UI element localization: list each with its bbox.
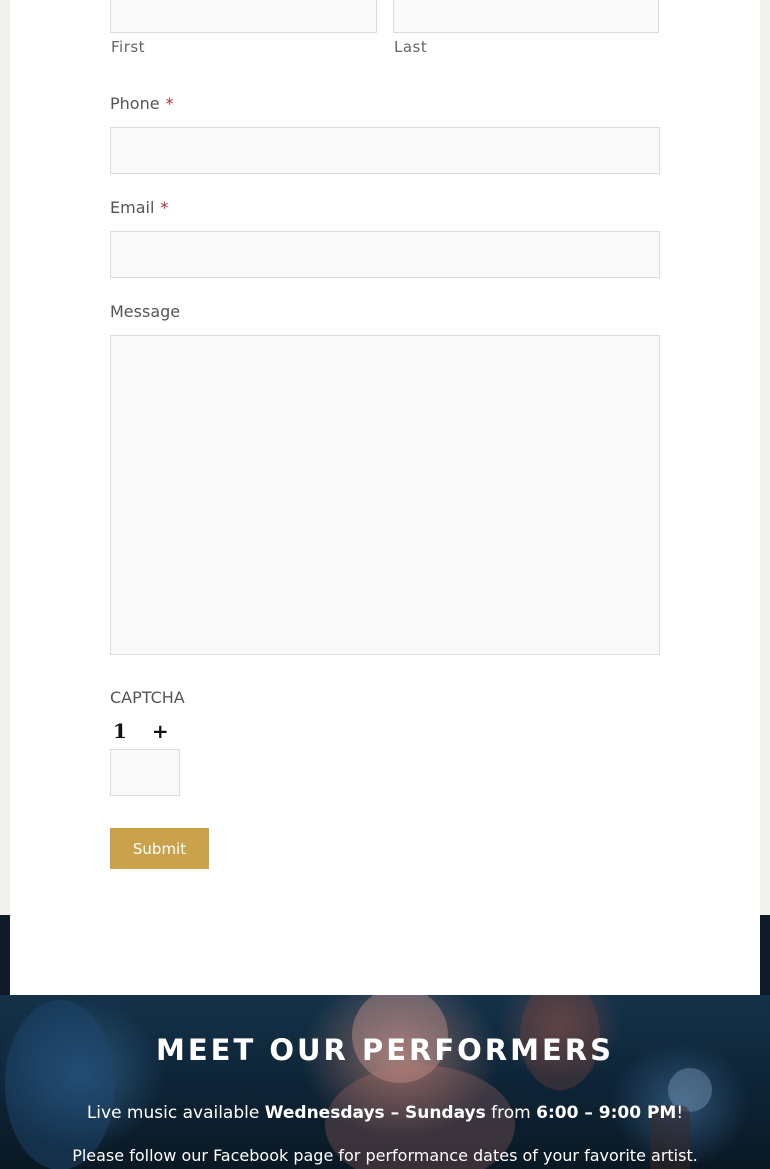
phone-label: Phone *	[110, 94, 174, 113]
performers-title: MEET OUR PERFORMERS	[155, 1033, 615, 1067]
email-label-text: Email	[110, 198, 155, 217]
email-required-mark: *	[160, 198, 169, 217]
last-name-input[interactable]	[393, 0, 659, 33]
performers-schedule: Live music available Wednesdays – Sunday…	[0, 1103, 770, 1123]
schedule-days: Wednesdays – Sundays	[264, 1103, 486, 1123]
schedule-time: 6:00 – 9:00 PM	[536, 1103, 677, 1123]
first-name-input[interactable]	[110, 0, 377, 33]
schedule-suffix: !	[676, 1103, 684, 1123]
schedule-prefix: Live music available	[86, 1103, 265, 1123]
message-textarea[interactable]	[110, 335, 660, 655]
captcha-image: 1 + 1	[113, 719, 180, 743]
contact-form-card: First Last Phone * Email * Message CAPTCHA…	[10, 0, 760, 995]
phone-required-mark: *	[165, 94, 174, 113]
last-name-sublabel: Last	[394, 38, 428, 56]
phone-label-text: Phone	[110, 94, 160, 113]
phone-input[interactable]	[110, 127, 660, 174]
performers-facebook-note: Please follow our Facebook page for perf…	[72, 1146, 698, 1165]
captcha-answer-input[interactable]	[110, 749, 180, 796]
schedule-mid: from	[485, 1103, 537, 1123]
performers-background-image	[5, 995, 712, 1169]
captcha-challenge-text: 1 + 1	[113, 719, 180, 743]
email-input[interactable]	[110, 231, 660, 278]
first-name-sublabel: First	[111, 38, 146, 56]
captcha-label: CAPTCHA	[110, 688, 185, 707]
email-label: Email *	[110, 198, 168, 217]
submit-button[interactable]: Submit	[110, 828, 209, 869]
performers-section: MEET OUR PERFORMERS Live music available…	[0, 995, 770, 1169]
message-label: Message	[110, 302, 181, 321]
